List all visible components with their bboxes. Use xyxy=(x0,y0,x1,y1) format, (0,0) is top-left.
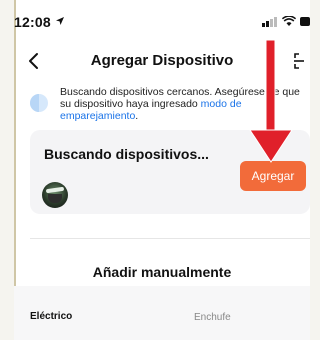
signal-icon xyxy=(262,14,278,32)
scan-icon[interactable] xyxy=(294,52,308,70)
searching-title: Buscando dispositivos... xyxy=(44,146,209,162)
divider xyxy=(30,238,310,239)
status-bar: 12:08 xyxy=(14,12,65,32)
info-message: Buscando dispositivos cercanos. Asegúres… xyxy=(60,86,300,110)
info-status-icon xyxy=(30,94,48,112)
info-suffix: . xyxy=(135,110,139,122)
manual-add-title: Añadir manualmente xyxy=(92,264,232,280)
category-electrico[interactable]: Eléctrico xyxy=(30,311,72,322)
location-arrow-icon xyxy=(55,13,65,31)
found-device-avatar[interactable] xyxy=(42,182,68,208)
status-time: 12:08 xyxy=(14,14,51,30)
info-text: Buscando dispositivos cercanos. Asegúres… xyxy=(60,86,310,122)
nav-bar: Agregar Dispositivo xyxy=(14,48,310,76)
battery-icon xyxy=(300,14,310,32)
wifi-icon xyxy=(281,14,297,32)
category-bar: Eléctrico Enchufe xyxy=(14,286,310,340)
category-enchufe[interactable]: Enchufe xyxy=(194,312,231,323)
add-button[interactable]: Agregar xyxy=(240,161,306,191)
status-indicators xyxy=(262,14,310,32)
page-title: Agregar Dispositivo xyxy=(90,52,234,69)
